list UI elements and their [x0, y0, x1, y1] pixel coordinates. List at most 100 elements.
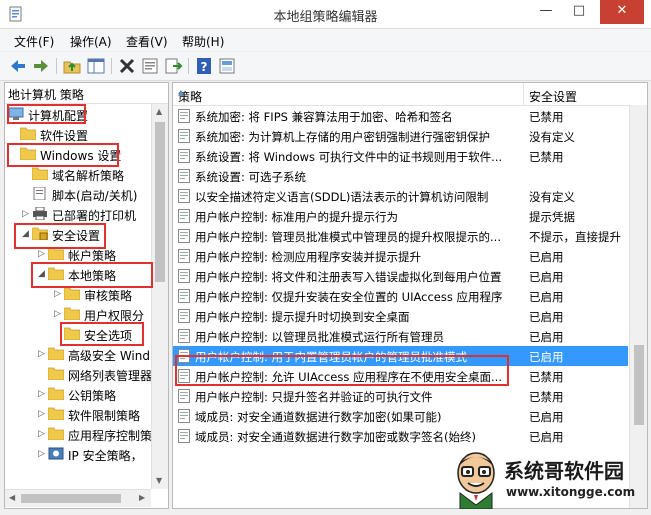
policy-setting-value: 已禁用: [529, 150, 564, 164]
export-icon[interactable]: [163, 56, 183, 76]
scroll-right-arrow-icon[interactable]: ▶: [139, 493, 145, 502]
policy-setting-value: 已启用: [529, 410, 564, 424]
collapsed-arrow-icon[interactable]: ▷: [38, 248, 48, 260]
policy-row[interactable]: 用户帐户控制: 检测应用程序安装并提示提升 已启用: [173, 246, 628, 266]
policy-row[interactable]: 域成员: 对安全通道数据进行数字加密(如果可能) 已启用: [173, 406, 628, 426]
tree-item[interactable]: Windows 设置: [5, 145, 151, 163]
tree-item-label: 帐户策略: [68, 249, 117, 263]
svg-text:?: ?: [201, 60, 208, 74]
policy-row[interactable]: 以安全描述符定义语言(SDDL)语法表示的计算机访问限制 没有定义: [173, 186, 628, 206]
policy-row[interactable]: 用户帐户控制: 用于内置管理员帐户的管理员批准模式 已启用: [173, 346, 628, 366]
scroll-down-arrow-icon[interactable]: ▼: [156, 476, 162, 485]
collapsed-arrow-icon[interactable]: ▷: [38, 408, 48, 420]
view-icon[interactable]: [217, 56, 237, 76]
collapsed-arrow-icon[interactable]: ▷: [22, 208, 32, 220]
menu-file[interactable]: 文件(F): [14, 33, 54, 50]
expanded-arrow-icon[interactable]: ◢: [22, 228, 32, 240]
tree-vertical-scrollbar[interactable]: ▲ ▼: [151, 104, 168, 489]
tree-item[interactable]: ▷ 软件限制策略: [5, 405, 151, 423]
tree-item[interactable]: ▷ 高级安全 Wind: [5, 345, 151, 363]
policy-row[interactable]: 用户帐户控制: 将文件和注册表写入错误虚拟化到每用户位置 已启用: [173, 266, 628, 286]
tree-item-label: IP 安全策略，: [68, 449, 143, 463]
tree-item[interactable]: 网络列表管理器: [5, 365, 152, 383]
expanded-arrow-icon[interactable]: ◢: [38, 268, 48, 280]
policy-document-icon: [178, 409, 190, 423]
scroll-thumb[interactable]: [155, 122, 165, 282]
toolbar: ?: [0, 52, 651, 81]
tree-horizontal-scrollbar[interactable]: ◀ ▶: [5, 489, 151, 507]
scroll-up-arrow-icon[interactable]: ▲: [156, 107, 162, 116]
tree-item[interactable]: ▷ 帐户策略: [5, 245, 151, 263]
collapsed-arrow-icon[interactable]: ▷: [54, 288, 64, 300]
policy-name: 用户帐户控制: 提示提升时切换到安全桌面: [195, 310, 410, 324]
policy-row[interactable]: 用户帐户控制: 允许 UIAccess 应用程序在不使用安全桌面... 已禁用: [173, 366, 628, 386]
tree-item-label: Windows 设置: [40, 149, 122, 163]
tree-item[interactable]: ▷ 用户权限分: [5, 305, 151, 323]
close-button[interactable]: ✕: [600, 0, 644, 24]
tree-item-label: 本地策略: [68, 269, 117, 283]
show-hide-tree-icon[interactable]: [86, 56, 106, 76]
tree-header-label: 地计算机 策略: [8, 88, 84, 102]
policy-name: 用户帐户控制: 用于内置管理员帐户的管理员批准模式: [195, 350, 468, 364]
policy-row[interactable]: 用户帐户控制: 以管理员批准模式运行所有管理员 已启用: [173, 326, 628, 346]
up-folder-icon[interactable]: [62, 56, 82, 76]
forward-icon[interactable]: [31, 56, 51, 76]
policy-setting-value: 已启用: [529, 330, 564, 344]
back-icon[interactable]: [8, 56, 28, 76]
policy-document-icon: [178, 109, 190, 123]
collapsed-arrow-icon[interactable]: ▷: [38, 428, 48, 440]
policy-row[interactable]: 用户帐户控制: 只提升签名并验证的可执行文件 已禁用: [173, 386, 628, 406]
collapsed-arrow-icon[interactable]: ▷: [38, 348, 48, 360]
collapsed-arrow-icon[interactable]: ▷: [38, 448, 48, 460]
policy-row[interactable]: 系统设置: 可选子系统: [173, 166, 628, 186]
policy-setting-value: 已启用: [529, 270, 564, 284]
policy-name: 系统加密: 将 FIPS 兼容算法用于加密、哈希和签名: [195, 110, 453, 124]
menu-view[interactable]: 查看(V): [126, 33, 168, 50]
column-header-policy[interactable]: 策略 ▲: [173, 83, 524, 106]
collapsed-arrow-icon[interactable]: ▷: [54, 308, 64, 320]
policy-row[interactable]: 用户帐户控制: 管理员批准模式中管理员的提升权限提示的... 不提示，直接提升: [173, 226, 628, 246]
column-header-setting[interactable]: 安全设置: [524, 83, 647, 106]
tree-item-label: 审核策略: [84, 289, 133, 303]
script-icon: [32, 186, 48, 201]
collapsed-arrow-icon[interactable]: ▷: [38, 388, 48, 400]
policy-row[interactable]: 用户帐户控制: 标准用户的提升提示行为 提示凭据: [173, 206, 628, 226]
tree-item[interactable]: ▷ 公钥策略: [5, 385, 151, 403]
scroll-thumb[interactable]: [21, 494, 121, 503]
menu-action[interactable]: 操作(A): [70, 33, 112, 50]
tree-item[interactable]: 软件设置: [5, 125, 151, 143]
menu-bar: 文件(F) 操作(A) 查看(V) 帮助(H): [0, 29, 651, 51]
tree-item[interactable]: 脚本(启动/关机): [5, 185, 151, 203]
minimize-button[interactable]: —: [531, 0, 561, 24]
tree-item[interactable]: ◢ 安全设置: [5, 225, 151, 243]
policy-row[interactable]: 系统设置: 将 Windows 可执行文件中的证书规则用于软件... 已禁用: [173, 146, 628, 166]
tree-item[interactable]: ▷ 已部署的打印机: [5, 205, 151, 223]
policy-row[interactable]: 域成员: 对安全通道数据进行数字加密或数字签名(始终) 已启用: [173, 426, 628, 446]
tree-item[interactable]: 域名解析策略: [5, 165, 151, 183]
tree-item-label: 安全设置: [52, 229, 101, 243]
menu-help[interactable]: 帮助(H): [182, 33, 224, 50]
policy-setting-value: 已启用: [529, 350, 564, 364]
folder-icon: [63, 327, 81, 341]
help-icon[interactable]: ?: [194, 56, 214, 76]
tree-pane[interactable]: 地计算机 策略 计算机配置软件设置 Windows 设置域名解析策略 脚本(启动/关…: [4, 82, 169, 509]
tree-item[interactable]: ▷ 应用程序控制策: [5, 425, 152, 443]
properties-icon[interactable]: [140, 56, 160, 76]
ip-security-icon: [48, 447, 64, 460]
scroll-left-arrow-icon[interactable]: ◀: [9, 493, 15, 502]
policy-row[interactable]: 用户帐户控制: 提示提升时切换到安全桌面 已启用: [173, 306, 628, 326]
delete-icon[interactable]: [117, 56, 137, 76]
tree-item[interactable]: ▷ 审核策略: [5, 285, 151, 303]
scroll-thumb[interactable]: [634, 345, 644, 425]
policy-row[interactable]: 系统加密: 为计算机上存储的用户密钥强制进行强密钥保护 没有定义: [173, 126, 628, 146]
tree-item[interactable]: 安全选项: [5, 325, 151, 343]
folder-icon: [63, 307, 81, 321]
tree-item[interactable]: ▷ IP 安全策略，: [5, 445, 151, 463]
policy-row[interactable]: 用户帐户控制: 仅提升安装在安全位置的 UIAccess 应用程序 已启用: [173, 286, 628, 306]
maximize-button[interactable]: □: [564, 0, 594, 24]
tree-item[interactable]: ◢ 本地策略: [5, 265, 151, 283]
folder-icon: [47, 267, 65, 281]
policy-row[interactable]: 系统加密: 将 FIPS 兼容算法用于加密、哈希和签名 已禁用: [173, 106, 628, 126]
tree-item[interactable]: 计算机配置: [5, 105, 151, 123]
site-watermark: 系统哥软件园 www.xitongge.com: [450, 445, 650, 515]
